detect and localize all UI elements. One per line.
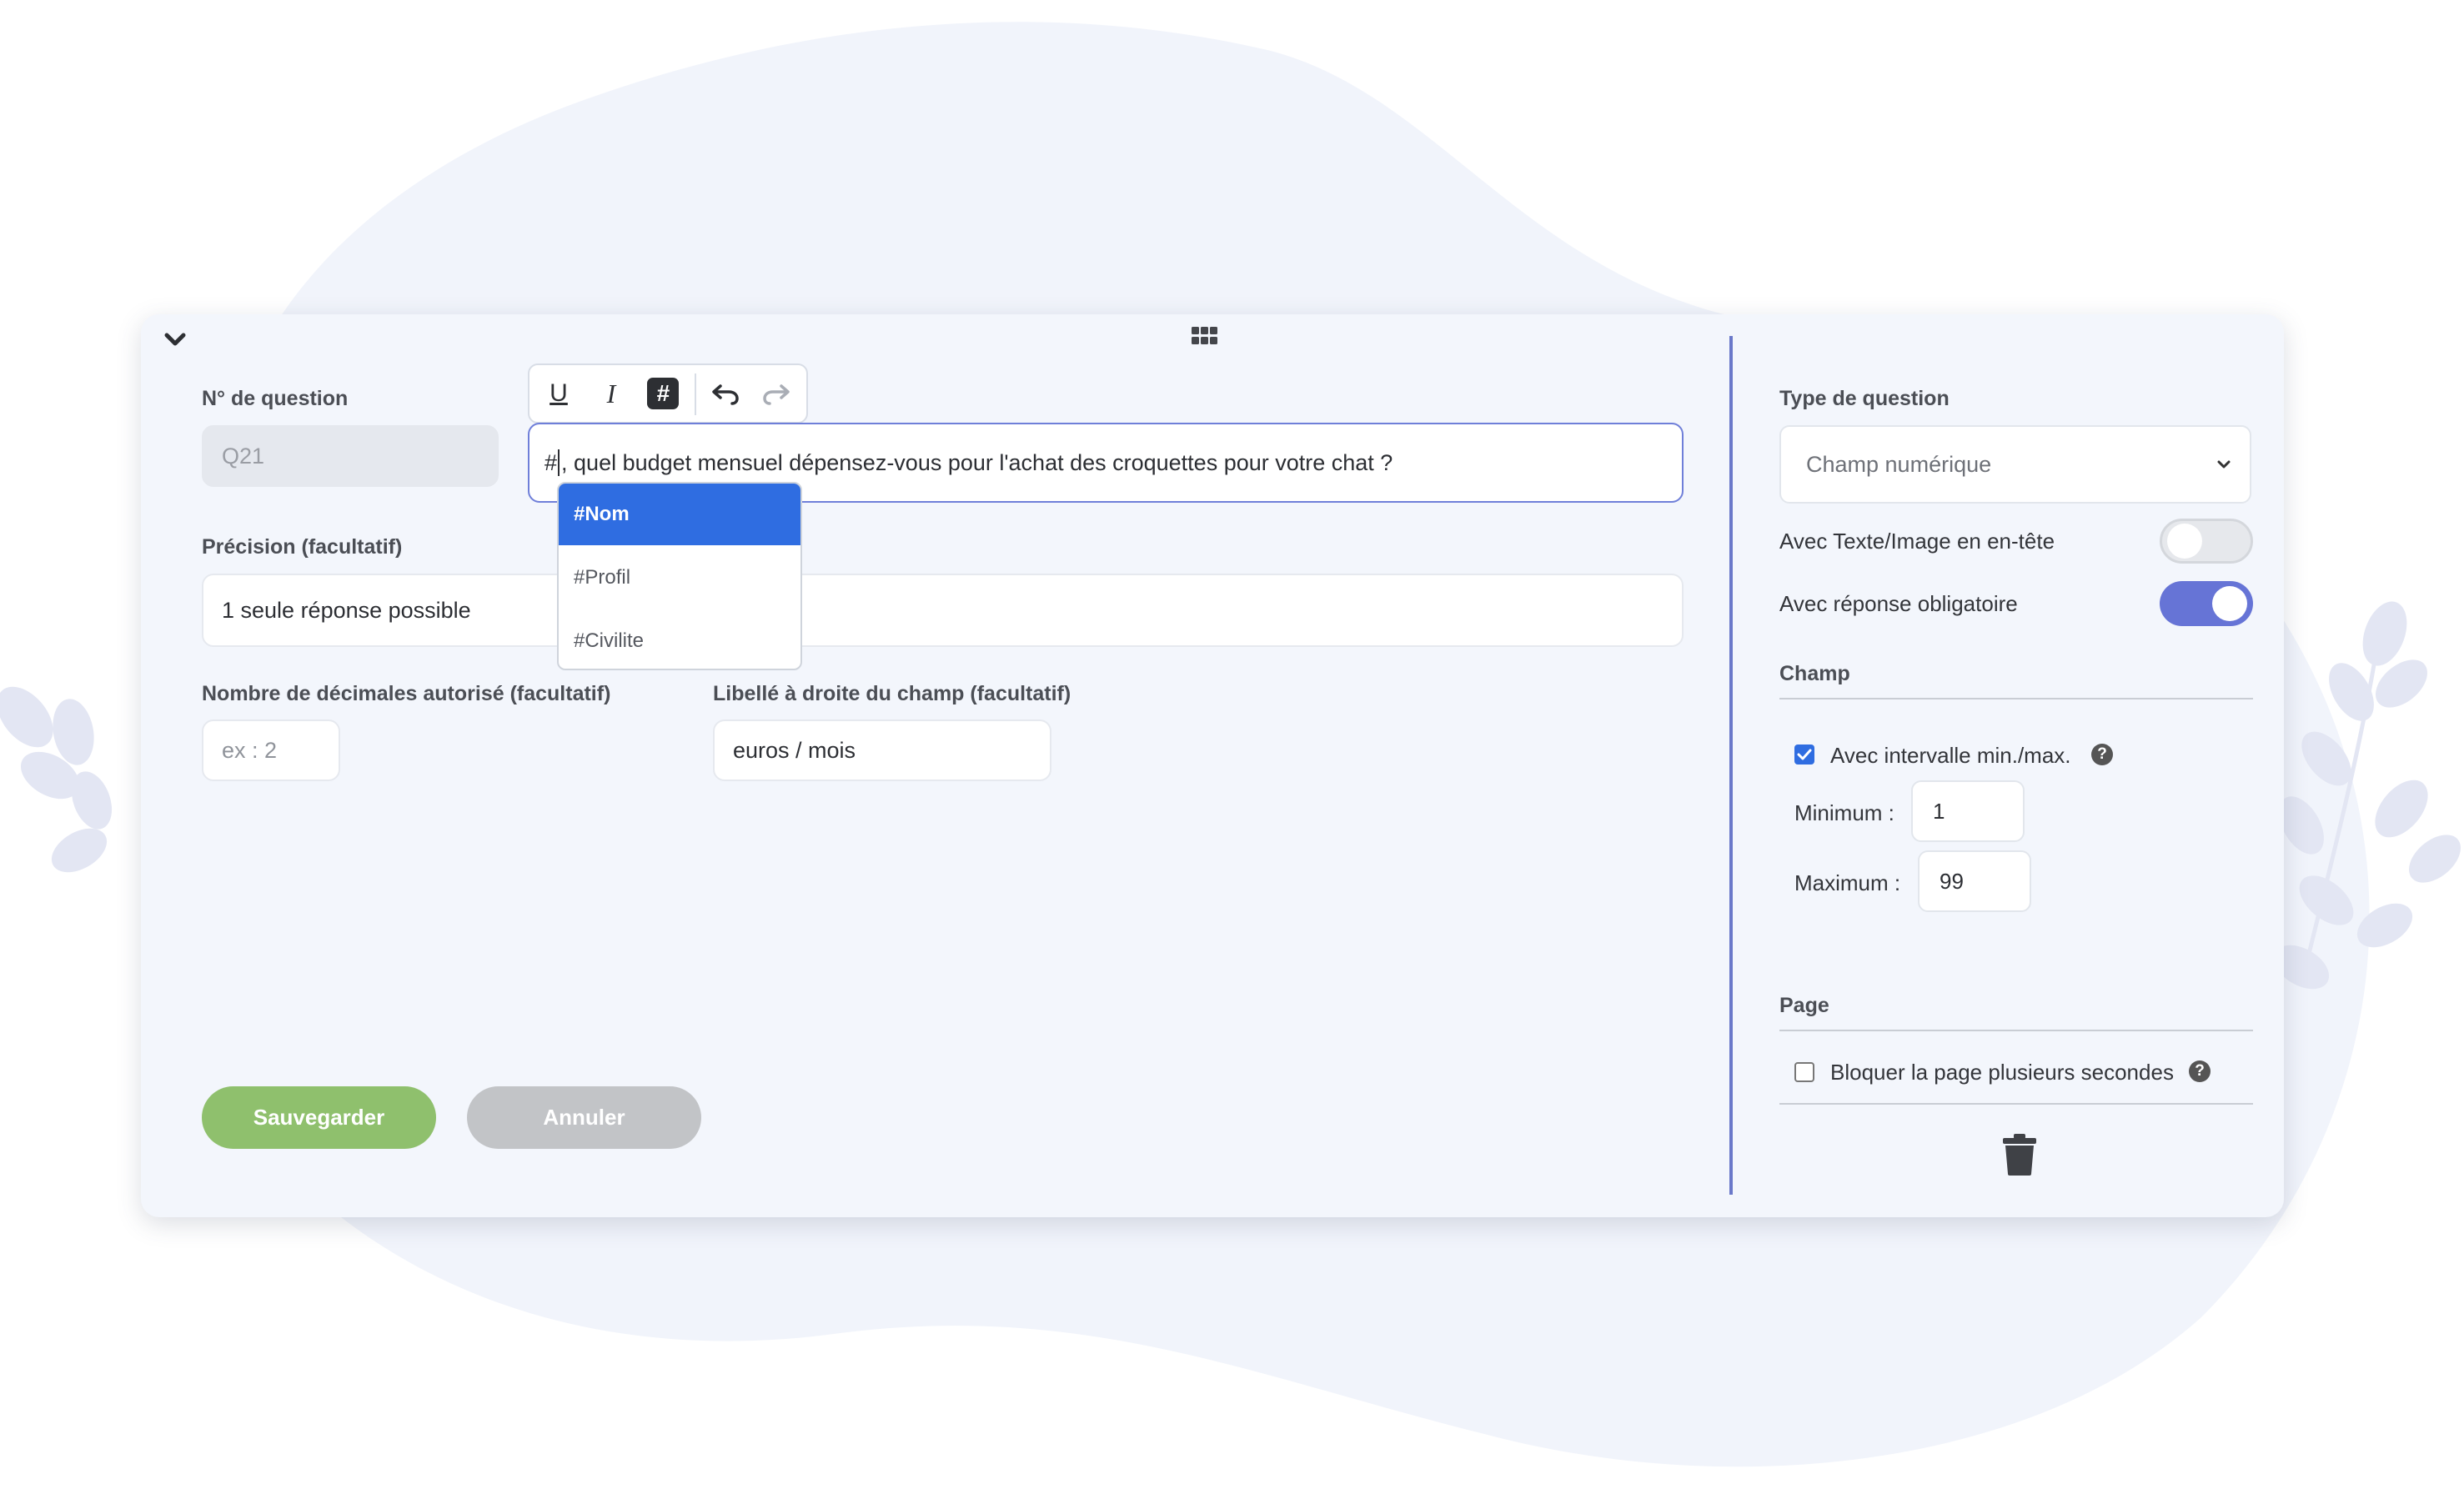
collapse-chevron-icon[interactable] xyxy=(161,328,189,353)
block-page-label: Bloquer la page plusieurs secondes xyxy=(1830,1060,2174,1085)
field-section-title: Champ xyxy=(1779,662,1850,685)
variable-option-civilite[interactable]: #Civilite xyxy=(559,610,800,669)
question-type-value: Champ numérique xyxy=(1806,451,1992,477)
question-text: , quel budget mensuel dépensez-vous pour… xyxy=(561,449,1393,475)
text-caret xyxy=(558,449,560,476)
redo-icon xyxy=(763,384,790,405)
range-help-icon[interactable]: ? xyxy=(2091,744,2113,765)
block-page-checkbox[interactable] xyxy=(1794,1062,1814,1082)
variable-suggestions-dropdown: #Nom #Profil #Civilite xyxy=(557,482,802,670)
maximum-label: Maximum : xyxy=(1794,870,1901,895)
page-section-divider xyxy=(1779,1030,2253,1031)
undo-button[interactable] xyxy=(709,377,742,410)
toggle-knob xyxy=(2212,586,2247,621)
redo-button[interactable] xyxy=(760,377,793,410)
question-type-label: Type de question xyxy=(1779,387,1950,410)
variable-option-nom[interactable]: #Nom xyxy=(559,484,800,545)
maximum-input[interactable]: 99 xyxy=(1918,850,2031,912)
page-section-title: Page xyxy=(1779,994,1829,1017)
cancel-button[interactable]: Annuler xyxy=(467,1086,701,1149)
question-text-hash: # xyxy=(544,449,558,475)
toggle-knob xyxy=(2167,524,2202,559)
save-button[interactable]: Sauvegarder xyxy=(202,1086,436,1149)
bottom-divider xyxy=(1779,1103,2253,1105)
right-label-input[interactable]: euros / mois xyxy=(713,719,1051,781)
italic-button[interactable]: I xyxy=(595,377,628,410)
precision-label: Précision (facultatif) xyxy=(202,535,403,559)
precision-input[interactable]: 1 seule réponse possible xyxy=(202,574,1684,647)
checkmark-icon xyxy=(1797,749,1812,760)
range-label: Avec intervalle min./max. xyxy=(1830,743,2071,768)
required-answer-toggle[interactable] xyxy=(2160,581,2253,626)
minimum-label: Minimum : xyxy=(1794,800,1894,825)
required-answer-label: Avec réponse obligatoire xyxy=(1779,591,2018,616)
range-checkbox[interactable] xyxy=(1794,744,1814,765)
field-section-divider xyxy=(1779,698,2253,699)
decimals-label: Nombre de décimales autorisé (facultatif… xyxy=(202,682,611,705)
leaf-decoration-left xyxy=(0,686,113,873)
italic-icon: I xyxy=(606,378,616,409)
underline-button[interactable]: U xyxy=(542,377,575,410)
minimum-input[interactable]: 1 xyxy=(1911,780,2025,842)
question-type-select[interactable]: Champ numérique xyxy=(1779,425,2251,504)
panel-divider xyxy=(1729,336,1733,1195)
undo-icon xyxy=(712,384,739,405)
header-media-toggle[interactable] xyxy=(2160,519,2253,564)
question-number-field: Q21 xyxy=(202,425,499,487)
block-page-help-icon[interactable]: ? xyxy=(2189,1060,2211,1082)
chevron-down-icon xyxy=(2217,460,2231,469)
decimals-input[interactable]: ex : 2 xyxy=(202,719,340,781)
toolbar-separator xyxy=(695,373,696,415)
hash-icon: # xyxy=(656,380,670,406)
right-label-label: Libellé à droite du champ (facultatif) xyxy=(713,682,1071,705)
header-media-label: Avec Texte/Image en en-tête xyxy=(1779,529,2055,554)
variable-button[interactable]: # xyxy=(647,378,679,409)
text-format-toolbar: U I # xyxy=(528,363,808,424)
drag-handle-icon[interactable] xyxy=(1191,325,1219,347)
trash-icon[interactable] xyxy=(2001,1133,2038,1176)
question-number-label: N° de question xyxy=(202,387,349,410)
variable-option-profil[interactable]: #Profil xyxy=(559,547,800,609)
underline-icon: U xyxy=(550,379,568,407)
